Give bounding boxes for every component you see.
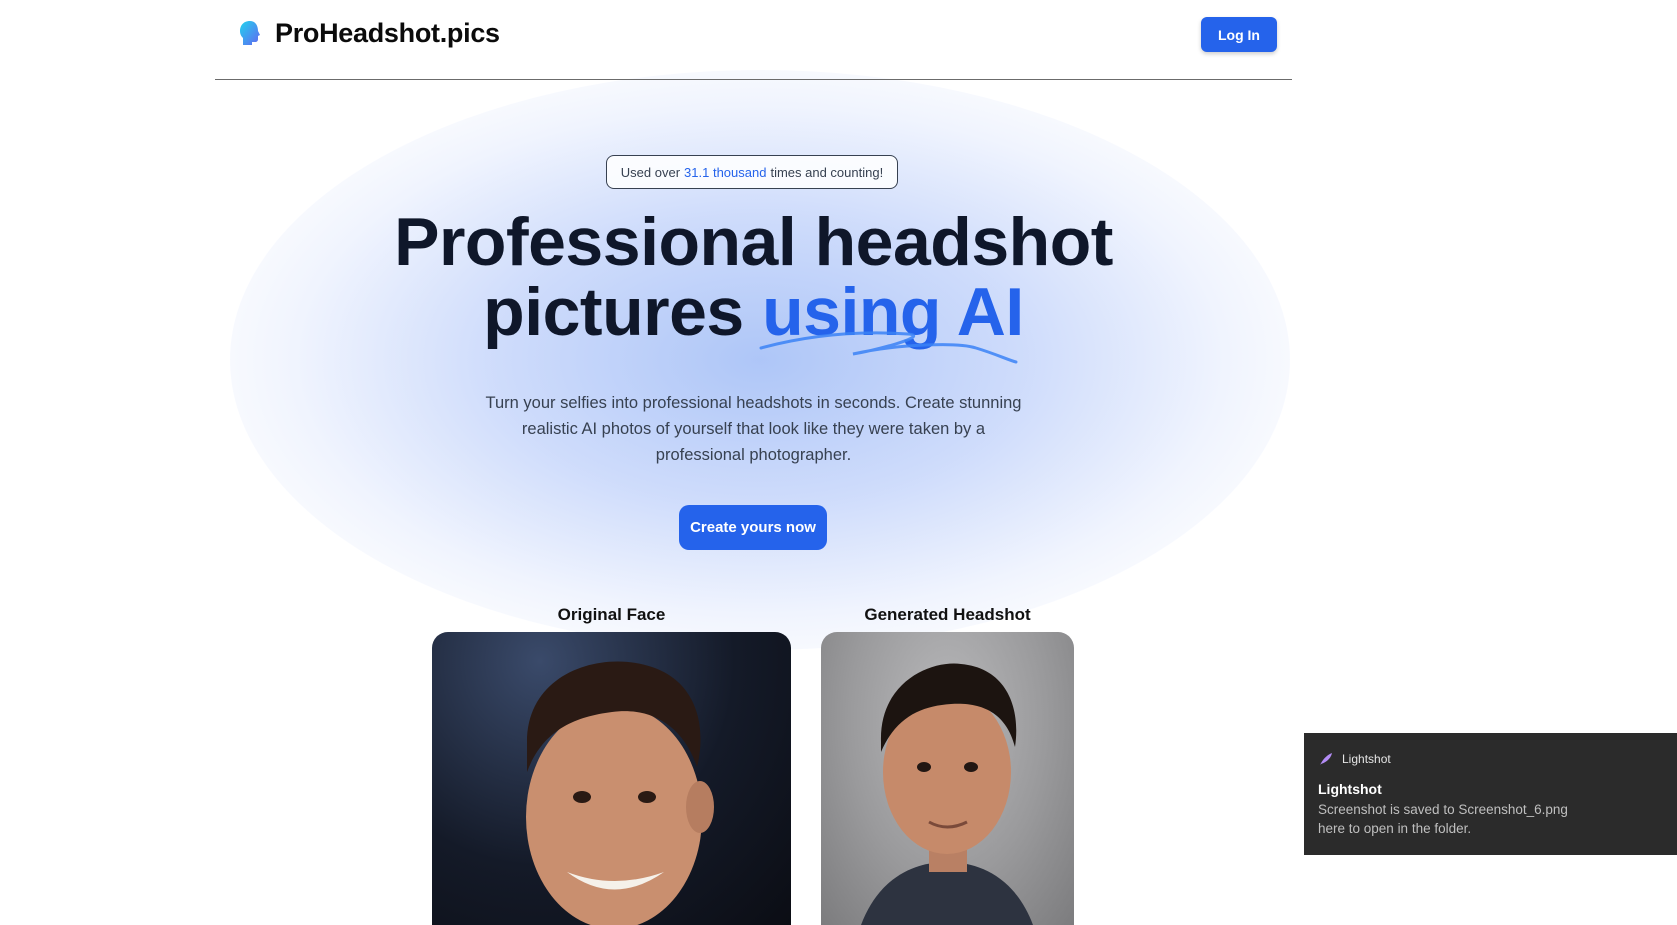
underline-squiggle	[759, 331, 1018, 364]
hero-subtitle: Turn your selfies into professional head…	[485, 394, 1022, 464]
notification-message: Screenshot is saved to Screenshot_6.png …	[1318, 800, 1668, 838]
head-silhouette-icon	[240, 20, 260, 45]
generated-headshot-photo	[821, 632, 1074, 925]
hero-title-line2: pictures	[483, 274, 744, 350]
notification-header: Lightshot	[1318, 751, 1663, 767]
brand-logo[interactable]: ProHeadshot.pics	[237, 18, 500, 49]
hero-title-line1: Professional headshot	[394, 204, 1113, 280]
feather-icon	[1320, 753, 1332, 765]
usage-badge-count: 31.1 thousand	[684, 164, 767, 180]
create-yours-button[interactable]: Create yours now	[679, 505, 827, 550]
notification-message-line2: here to open in the folder.	[1318, 821, 1472, 836]
notification-app-name: Lightshot	[1342, 752, 1391, 766]
original-face-photo	[432, 632, 791, 925]
generated-headshot-label: Generated Headshot	[864, 605, 1031, 624]
original-face-illustration	[526, 661, 714, 925]
lightshot-notification[interactable]: Lightshot Lightshot Screenshot is saved …	[1304, 733, 1677, 855]
site-header: ProHeadshot.pics Log In	[215, 0, 1292, 80]
notification-title: Lightshot	[1318, 781, 1382, 797]
original-face-label: Original Face	[557, 605, 666, 624]
brand-name: ProHeadshot.pics	[275, 18, 500, 48]
usage-badge: Used over 31.1 thousand times and counti…	[606, 155, 898, 189]
usage-badge-prefix: Used over	[620, 164, 681, 180]
login-button[interactable]: Log In	[1201, 17, 1277, 52]
generated-headshot-illustration	[861, 663, 1033, 925]
notification-message-line1: Screenshot is saved to Screenshot_6.png	[1318, 802, 1568, 817]
hero-title: Professional headshot pictures using AI	[0, 207, 1507, 347]
usage-badge-suffix: times and counting!	[770, 164, 884, 180]
